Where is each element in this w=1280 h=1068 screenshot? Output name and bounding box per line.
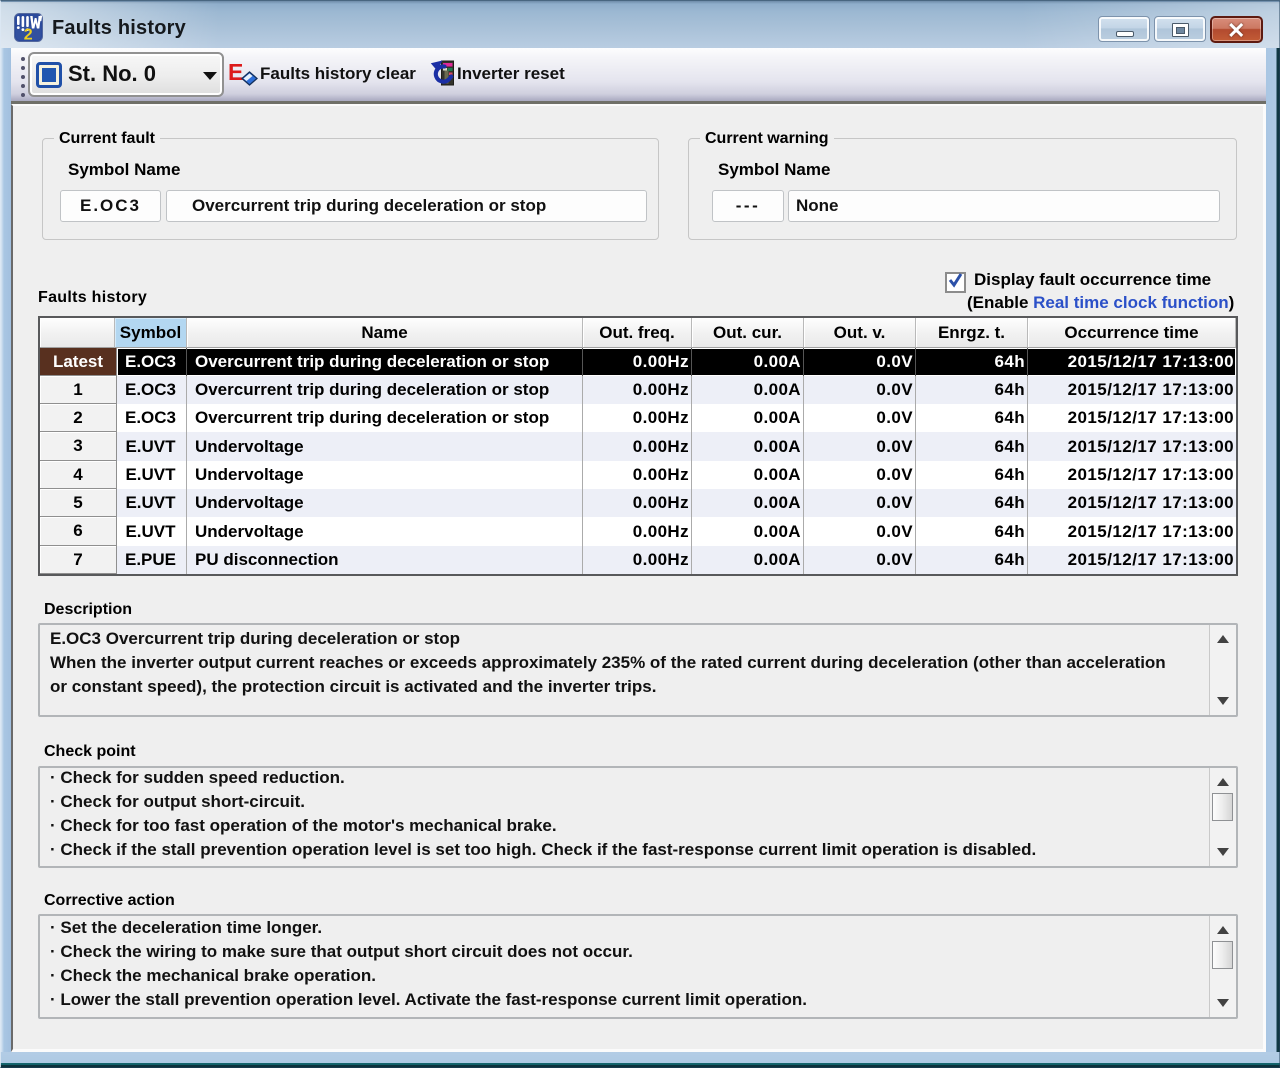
svg-text:2: 2 — [24, 27, 33, 43]
